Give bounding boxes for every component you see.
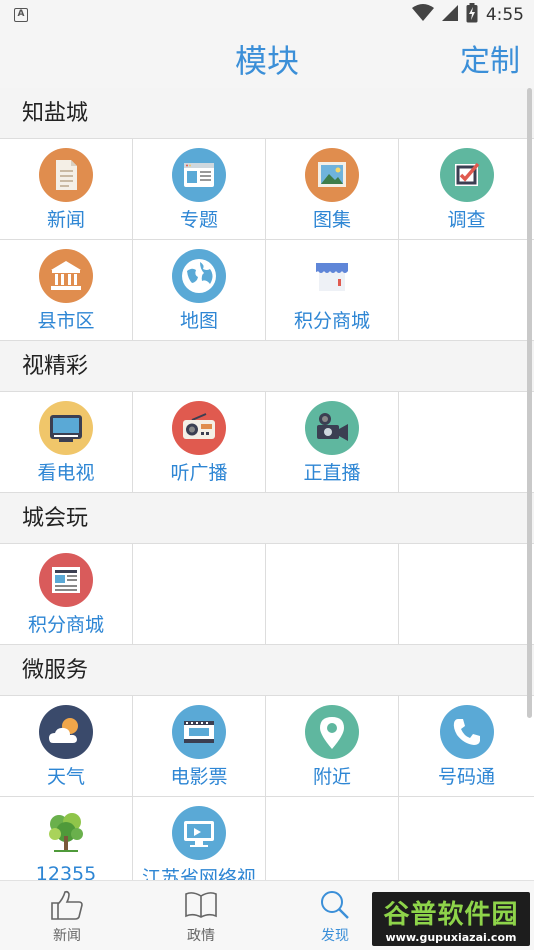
module-label: 专题 xyxy=(179,209,218,231)
browser-window-icon xyxy=(172,148,226,202)
module-label: 新闻 xyxy=(46,209,85,231)
scrollbar[interactable] xyxy=(527,88,532,718)
empty-cell xyxy=(399,240,534,341)
tv-icon xyxy=(39,401,93,455)
module-survey[interactable]: 调查 xyxy=(399,139,534,240)
nav-label: 新闻 xyxy=(53,928,81,944)
wifi-icon xyxy=(411,4,434,26)
module-news[interactable]: 新闻 xyxy=(0,139,133,240)
newspaper-icon xyxy=(39,553,93,607)
page-title: 模块 xyxy=(234,42,299,80)
module-weather[interactable]: 天气 xyxy=(0,696,133,797)
book-icon xyxy=(185,892,217,918)
section-header-chenghuiwan: 城会玩 xyxy=(0,493,534,544)
notification-badge: A xyxy=(14,8,28,22)
phone-icon xyxy=(439,705,494,759)
module-label: 地图 xyxy=(179,310,218,332)
nav-label: 发现 xyxy=(321,928,349,944)
module-live[interactable]: 正直播 xyxy=(266,392,399,493)
signal-icon xyxy=(441,5,458,25)
empty-cell xyxy=(266,544,399,645)
module-label: 调查 xyxy=(447,209,486,231)
module-radio[interactable]: 听广播 xyxy=(133,392,266,493)
watermark-title: 谷普软件园 xyxy=(383,900,519,930)
search-icon xyxy=(321,891,349,919)
radio-icon xyxy=(172,401,226,455)
nav-government[interactable]: 政情 xyxy=(161,889,241,945)
module-label: 积分商城 xyxy=(293,310,370,332)
store-icon xyxy=(305,249,359,303)
module-map[interactable]: 地图 xyxy=(133,240,266,341)
module-12355[interactable]: 12355 xyxy=(0,797,133,880)
app-bar: 模块 定制 xyxy=(0,30,534,88)
section-grid-zhiyancheng: 新闻 专题 图集 调查 县市区 地图 积分商城 xyxy=(0,139,534,341)
module-label: 县市区 xyxy=(37,310,95,332)
building-icon xyxy=(39,249,93,303)
section-header-shijingcai: 视精彩 xyxy=(0,341,534,392)
module-label: 电影票 xyxy=(170,766,228,788)
film-icon xyxy=(172,705,226,759)
thumbs-up-icon xyxy=(51,890,83,920)
module-label: 12355 xyxy=(35,863,97,880)
module-label: 看电视 xyxy=(37,462,95,484)
battery-icon xyxy=(466,3,478,27)
module-points-mall-2[interactable]: 积分商城 xyxy=(0,544,133,645)
section-grid-chenghuiwan: 积分商城 xyxy=(0,544,534,645)
module-label: 正直播 xyxy=(303,462,361,484)
module-watch-tv[interactable]: 看电视 xyxy=(0,392,133,493)
empty-cell xyxy=(399,392,534,493)
empty-cell xyxy=(399,797,534,880)
section-grid-shijingcai: 看电视 听广播 正直播 xyxy=(0,392,534,493)
weather-icon xyxy=(39,705,93,759)
module-phonebook[interactable]: 号码通 xyxy=(399,696,534,797)
module-label: 号码通 xyxy=(437,766,495,788)
status-bar: A 4:55 xyxy=(0,0,534,30)
status-time: 4:55 xyxy=(485,5,524,25)
tree-logo-icon xyxy=(39,806,93,860)
nav-discover[interactable]: 发现 xyxy=(295,889,375,945)
module-jiangsu-network[interactable]: 江苏省网络视 xyxy=(133,797,266,880)
section-header-zhiyancheng: 知盐城 xyxy=(0,88,534,139)
module-topics[interactable]: 专题 xyxy=(133,139,266,240)
module-movie-tickets[interactable]: 电影票 xyxy=(133,696,266,797)
video-camera-icon xyxy=(305,401,359,455)
watermark-url: www.gupuxiazai.com xyxy=(385,931,517,944)
customize-button[interactable]: 定制 xyxy=(460,36,520,80)
watermark-logo: 谷普软件园 www.gupuxiazai.com xyxy=(372,892,530,946)
module-label: 积分商城 xyxy=(27,614,104,636)
location-pin-icon xyxy=(305,705,359,759)
section-grid-weifuwu: 天气 电影票 附近 号码通 12355 江苏省网络视 xyxy=(0,696,534,880)
globe-icon xyxy=(172,249,226,303)
module-label: 附近 xyxy=(312,766,351,788)
nav-news[interactable]: 新闻 xyxy=(27,889,107,945)
module-gallery[interactable]: 图集 xyxy=(266,139,399,240)
module-list[interactable]: 知盐城 新闻 专题 图集 调查 县市区 地图 积分商城 视精彩 看电视 听广播 … xyxy=(0,88,534,880)
module-nearby[interactable]: 附近 xyxy=(266,696,399,797)
nav-label: 政情 xyxy=(187,928,215,944)
module-label: 图集 xyxy=(312,209,351,231)
module-label: 江苏省网络视 xyxy=(141,867,256,880)
module-points-mall[interactable]: 积分商城 xyxy=(266,240,399,341)
checkbox-icon xyxy=(439,148,494,202)
empty-cell xyxy=(399,544,534,645)
empty-cell xyxy=(266,797,399,880)
module-districts[interactable]: 县市区 xyxy=(0,240,133,341)
module-label: 听广播 xyxy=(170,462,228,484)
section-header-weifuwu: 微服务 xyxy=(0,645,534,696)
document-icon xyxy=(39,148,93,202)
monitor-icon xyxy=(172,806,226,860)
empty-cell xyxy=(133,544,266,645)
module-label: 天气 xyxy=(46,766,85,788)
picture-icon xyxy=(305,148,359,202)
